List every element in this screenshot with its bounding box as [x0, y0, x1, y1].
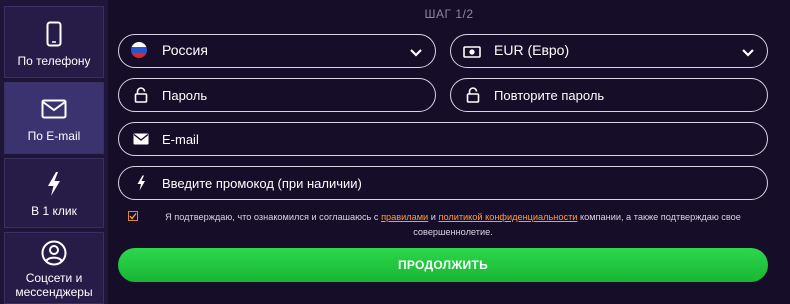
country-select[interactable]: Россия	[118, 34, 436, 68]
privacy-policy-link[interactable]: политикой конфиденциальности	[438, 212, 577, 222]
password-field[interactable]: Пароль	[118, 78, 436, 112]
banknote-icon	[463, 44, 481, 60]
tab-social-label-line2: мессенджеры	[15, 285, 93, 299]
agree-and: и	[430, 212, 436, 222]
tab-social-messengers[interactable]: Соцсети и мессенджеры	[4, 232, 104, 304]
continue-button[interactable]: ПРОДОЛЖИТЬ	[118, 248, 768, 282]
rules-link[interactable]: правилами	[381, 212, 428, 222]
agree-suffix-line1: компании, а также подтверждаю свое	[579, 212, 741, 222]
currency-value: EUR (Евро)	[494, 42, 570, 58]
agree-prefix: Я подтверждаю, что ознакомился и соглаша…	[165, 212, 379, 222]
promo-placeholder: Введите промокод (при наличии)	[162, 176, 362, 191]
country-value: Россия	[162, 42, 208, 58]
phone-icon	[5, 21, 103, 47]
agree-checkbox[interactable]	[128, 211, 138, 221]
agree-suffix-line2: совершеннолетие.	[413, 227, 493, 237]
tab-by-phone-label: По телефону	[17, 54, 91, 68]
tab-by-phone[interactable]: По телефону	[4, 6, 104, 78]
tab-by-email-label: По E-mail	[27, 129, 81, 143]
tab-one-click-label: В 1 клик	[31, 204, 77, 218]
tab-by-email[interactable]: По E-mail	[4, 82, 104, 154]
registration-method-sidebar: По телефону По E-mail В 1 клик Соцсети и…	[0, 0, 108, 304]
chevron-down-icon	[741, 45, 755, 63]
email-placeholder: E-mail	[162, 132, 199, 147]
promo-code-field[interactable]: Введите промокод (при наличии)	[118, 166, 768, 200]
email-field[interactable]: E-mail	[118, 122, 768, 156]
unlock-icon	[132, 87, 150, 103]
envelope-icon	[5, 99, 103, 119]
tab-one-click[interactable]: В 1 клик	[4, 158, 104, 228]
lightning-icon	[5, 171, 103, 197]
user-circle-icon	[5, 240, 103, 266]
repeat-password-placeholder: Повторите пароль	[494, 88, 605, 103]
step-indicator: ШАГ 1/2	[424, 7, 474, 21]
password-placeholder: Пароль	[162, 88, 208, 103]
chevron-down-icon	[409, 45, 423, 63]
envelope-icon	[132, 131, 150, 147]
currency-select[interactable]: EUR (Евро)	[450, 34, 768, 68]
lightning-icon	[132, 175, 150, 191]
tab-social-label-line1: Соцсети и	[25, 271, 83, 285]
repeat-password-field[interactable]: Повторите пароль	[450, 78, 768, 112]
agreement-text: Я подтверждаю, что ознакомился и соглаша…	[143, 210, 763, 240]
unlock-icon	[464, 87, 482, 103]
russia-flag-icon	[130, 42, 148, 58]
